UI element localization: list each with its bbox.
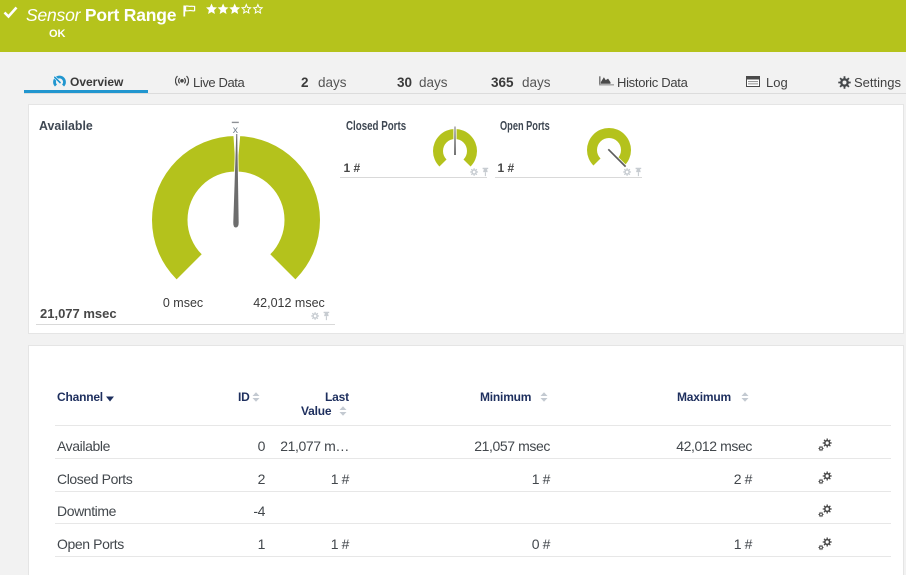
svg-text:x: x [233, 124, 239, 136]
